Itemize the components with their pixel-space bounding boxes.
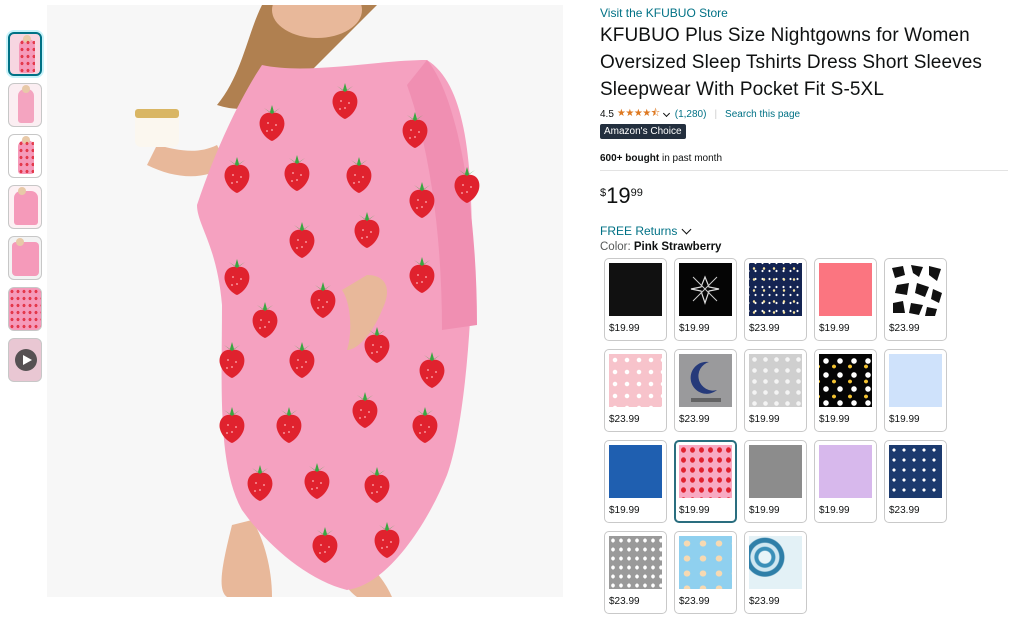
swatch-moon[interactable]: $23.99 <box>674 349 737 432</box>
swatch-navy-hearts[interactable]: $23.99 <box>884 440 947 523</box>
swatch-price: $19.99 <box>749 414 780 425</box>
swatch-pink-cats[interactable]: $23.99 <box>604 349 667 432</box>
bought-in-past-month: 600+ bought in past month <box>600 153 722 164</box>
swatch-image <box>889 445 942 498</box>
main-product-image[interactable] <box>47 5 563 597</box>
thumbnail-1[interactable] <box>8 32 42 76</box>
swatch-price: $23.99 <box>749 596 780 607</box>
chevron-down-icon[interactable] <box>662 109 670 117</box>
star-rating-icon[interactable]: ★★★★⯪ <box>617 106 660 123</box>
swatch-price: $23.99 <box>749 323 780 334</box>
swatch-strawberry-selected[interactable]: $19.99 <box>674 440 737 523</box>
free-returns-label: FREE Returns <box>600 224 678 238</box>
bought-text: in past month <box>659 153 722 164</box>
swatch-image <box>609 536 662 589</box>
swatch-image <box>609 263 662 316</box>
swatch-sky-donut[interactable]: $23.99 <box>674 531 737 614</box>
swatch-cow[interactable]: $23.99 <box>884 258 947 341</box>
swatch-image <box>889 354 942 407</box>
chevron-down-icon <box>681 224 692 234</box>
rating-value: 4.5 <box>600 109 614 120</box>
swatch-daisy[interactable]: $19.99 <box>814 349 877 432</box>
store-link[interactable]: Visit the KFUBUO Store <box>600 6 728 20</box>
search-this-page-link[interactable]: Search this page <box>725 109 800 120</box>
swatch-image <box>819 445 872 498</box>
swatch-image <box>679 263 732 316</box>
swatch-price: $23.99 <box>609 596 640 607</box>
swatch-price: $19.99 <box>819 323 850 334</box>
swatch-price: $23.99 <box>889 505 920 516</box>
swatch-image <box>749 536 802 589</box>
swatch-royal-blue[interactable]: $19.99 <box>604 440 667 523</box>
color-label: Color: <box>600 241 634 253</box>
swatch-price: $19.99 <box>749 505 780 516</box>
section-divider <box>600 170 1008 171</box>
swatch-image <box>889 263 942 316</box>
swatch-price: $19.99 <box>609 323 640 334</box>
swatch-price: $19.99 <box>819 414 850 425</box>
swatch-image <box>609 445 662 498</box>
swatch-light-blue[interactable]: $19.99 <box>884 349 947 432</box>
color-selection-label: Color: Pink Strawberry <box>600 241 721 253</box>
rating-row: 4.5 ★★★★⯪ (1,280) | Search this page <box>600 106 800 123</box>
swatch-lavender[interactable]: $19.99 <box>814 440 877 523</box>
swatch-price: $23.99 <box>679 596 710 607</box>
swatch-price: $19.99 <box>889 414 920 425</box>
swatch-black[interactable]: $19.99 <box>604 258 667 341</box>
video-thumbnail[interactable] <box>8 338 42 382</box>
price: $ 19 99 <box>600 184 643 208</box>
divider: | <box>714 109 718 120</box>
swatch-grey[interactable]: $19.99 <box>744 440 807 523</box>
swatch-image <box>749 445 802 498</box>
swatch-image <box>679 536 732 589</box>
swatch-galaxy[interactable]: $23.99 <box>744 258 807 341</box>
thumbnail-5[interactable] <box>8 236 42 280</box>
swatch-image <box>679 445 732 498</box>
swatch-grey-stars[interactable]: $23.99 <box>604 531 667 614</box>
swatch-coral[interactable]: $19.99 <box>814 258 877 341</box>
price-fraction: 99 <box>630 187 643 199</box>
product-photo <box>47 5 563 597</box>
free-returns-link[interactable]: FREE Returns <box>600 224 692 238</box>
rating-count-link[interactable]: (1,280) <box>675 109 707 120</box>
swatch-diamond[interactable]: $19.99 <box>674 258 737 341</box>
price-whole: 19 <box>606 183 631 208</box>
product-title: KFUBUO Plus Size Nightgowns for Women Ov… <box>600 25 982 100</box>
swatch-blue-tiedye[interactable]: $23.99 <box>744 531 807 614</box>
bought-count: 600+ bought <box>600 153 660 164</box>
swatch-price: $23.99 <box>679 414 710 425</box>
thumbnail-2[interactable] <box>8 83 42 127</box>
amazons-choice-badge[interactable]: Amazon's Choice <box>600 124 686 139</box>
color-value: Pink Strawberry <box>633 241 722 253</box>
swatch-image <box>819 263 872 316</box>
thumbnail-6[interactable] <box>8 287 42 331</box>
swatch-price: $19.99 <box>679 323 710 334</box>
swatch-price: $23.99 <box>889 323 920 334</box>
swatch-image <box>749 263 802 316</box>
play-icon <box>15 349 37 371</box>
swatch-price: $19.99 <box>819 505 850 516</box>
swatch-price: $19.99 <box>609 505 640 516</box>
swatch-price: $23.99 <box>609 414 640 425</box>
thumbnail-4[interactable] <box>8 185 42 229</box>
thumbnail-3[interactable] <box>8 134 42 178</box>
swatch-image <box>819 354 872 407</box>
thumbnail-strip <box>8 32 42 389</box>
swatch-image <box>749 354 802 407</box>
swatch-grey-pattern[interactable]: $19.99 <box>744 349 807 432</box>
swatch-image <box>609 354 662 407</box>
swatch-image <box>679 354 732 407</box>
swatch-price: $19.99 <box>679 505 710 516</box>
